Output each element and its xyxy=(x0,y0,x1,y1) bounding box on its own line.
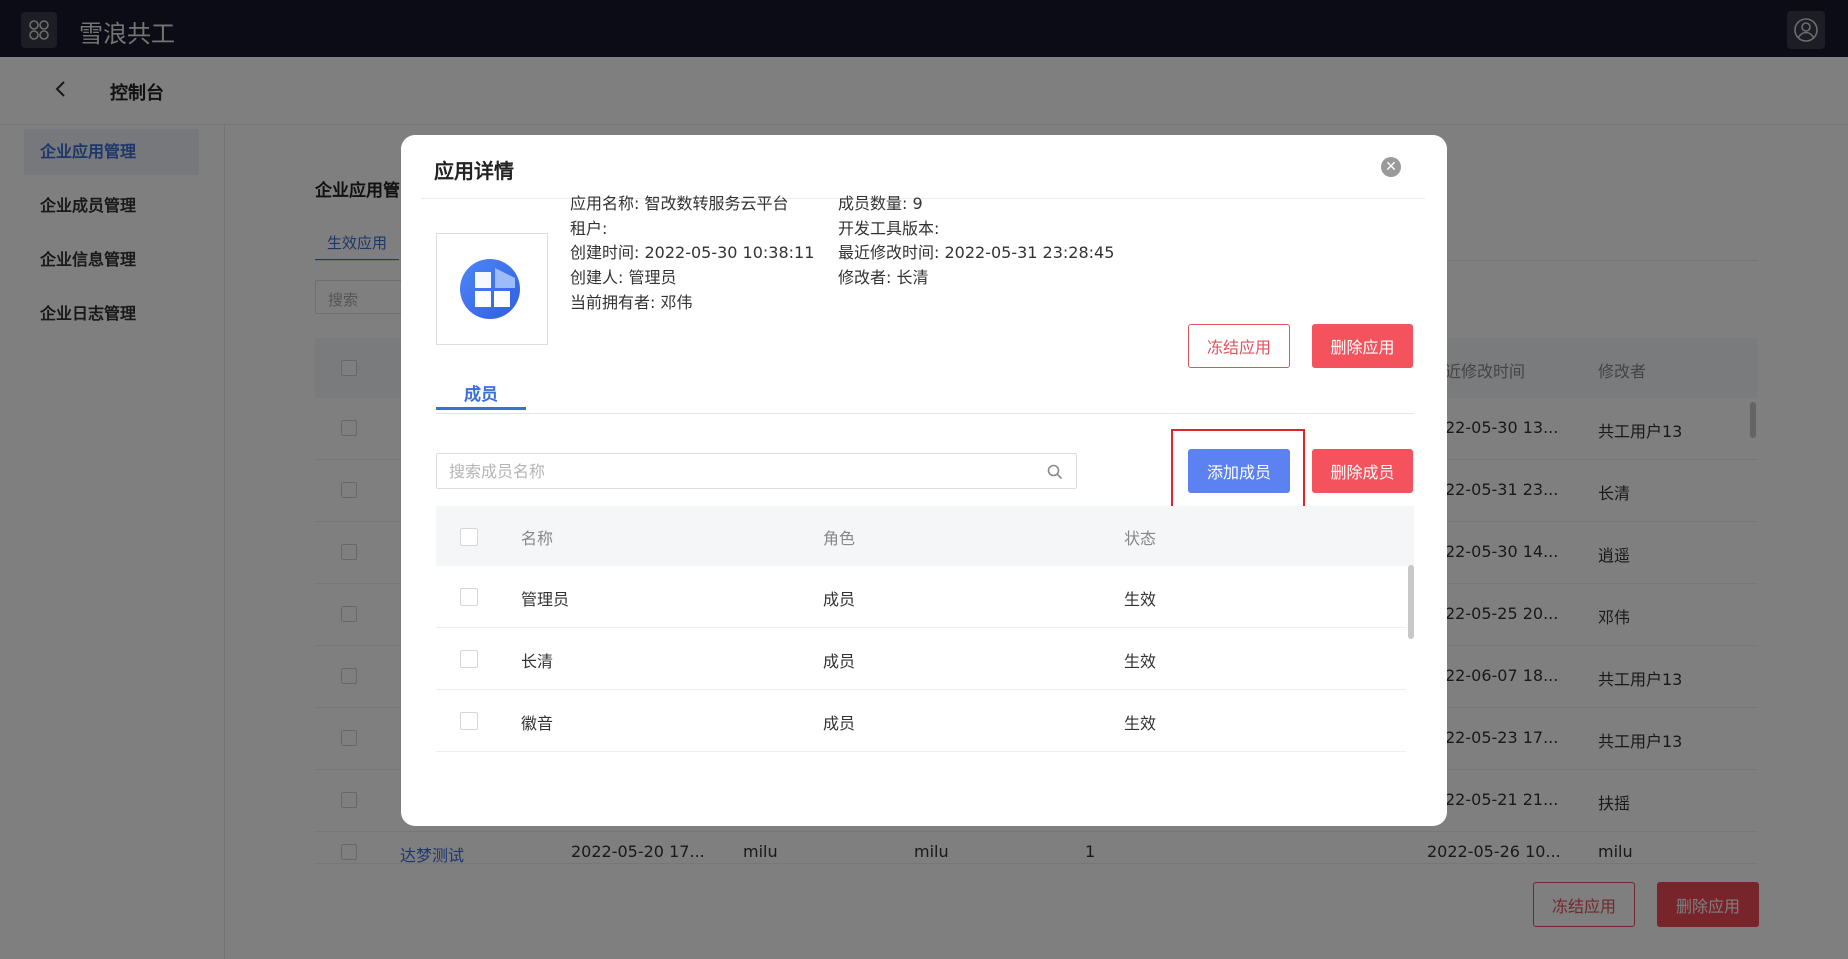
info-last-modified: 最近修改时间: 2022-05-31 23:28:45 xyxy=(838,243,1115,262)
member-table-header: 名称 角色 状态 xyxy=(436,506,1414,566)
row-checkbox[interactable] xyxy=(460,712,478,730)
member-search-field[interactable] xyxy=(436,453,1077,489)
app-detail-modal: 应用详情 ✕ 应用名称: 智改数转服务云平台 租户: 创建时间: 2022-05… xyxy=(401,135,1447,826)
info-owner: 当前拥有者: 邓伟 xyxy=(570,293,693,312)
cell-member-role: 成员 xyxy=(823,714,856,733)
app-logo-icon xyxy=(436,233,548,345)
cell-member-name: 管理员 xyxy=(521,590,570,609)
freeze-app-button[interactable]: 冻结应用 xyxy=(1188,324,1290,368)
member-table-scrollbar[interactable] xyxy=(1408,565,1414,639)
column-name: 名称 xyxy=(521,529,554,548)
search-icon[interactable] xyxy=(1046,463,1064,481)
info-dev-tool-version: 开发工具版本: xyxy=(838,219,940,238)
info-modifier: 修改者: 长清 xyxy=(838,268,929,287)
info-member-count: 成员数量: 9 xyxy=(838,194,923,213)
close-icon[interactable]: ✕ xyxy=(1381,157,1401,177)
tab-divider xyxy=(436,413,1414,414)
info-created-time: 创建时间: 2022-05-30 10:38:11 xyxy=(570,243,815,262)
cell-member-role: 成员 xyxy=(823,652,856,671)
column-role: 角色 xyxy=(823,529,856,548)
info-tenant: 租户: xyxy=(570,219,608,238)
cell-member-status: 生效 xyxy=(1124,714,1157,733)
cell-member-name: 徽音 xyxy=(521,714,554,733)
column-status: 状态 xyxy=(1124,529,1157,548)
table-row[interactable]: 徽音 成员 生效 xyxy=(436,690,1406,752)
add-member-button[interactable]: 添加成员 xyxy=(1188,449,1290,493)
row-checkbox[interactable] xyxy=(460,588,478,606)
delete-app-button[interactable]: 删除应用 xyxy=(1312,324,1413,368)
cell-member-status: 生效 xyxy=(1124,590,1157,609)
row-checkbox[interactable] xyxy=(460,650,478,668)
table-row[interactable]: 管理员 成员 生效 xyxy=(436,566,1406,628)
member-search-input[interactable] xyxy=(437,454,1037,488)
modal-title: 应用详情 xyxy=(434,159,514,183)
cell-member-status: 生效 xyxy=(1124,652,1157,671)
delete-member-button[interactable]: 删除成员 xyxy=(1312,449,1413,493)
cell-member-name: 长清 xyxy=(521,652,554,671)
info-creator: 创建人: 管理员 xyxy=(570,268,677,287)
select-all-checkbox[interactable] xyxy=(460,528,478,546)
info-app-name: 应用名称: 智改数转服务云平台 xyxy=(570,194,789,213)
cell-member-role: 成员 xyxy=(823,590,856,609)
table-row[interactable]: 长清 成员 生效 xyxy=(436,628,1406,690)
tab-members[interactable]: 成员 xyxy=(436,380,526,410)
